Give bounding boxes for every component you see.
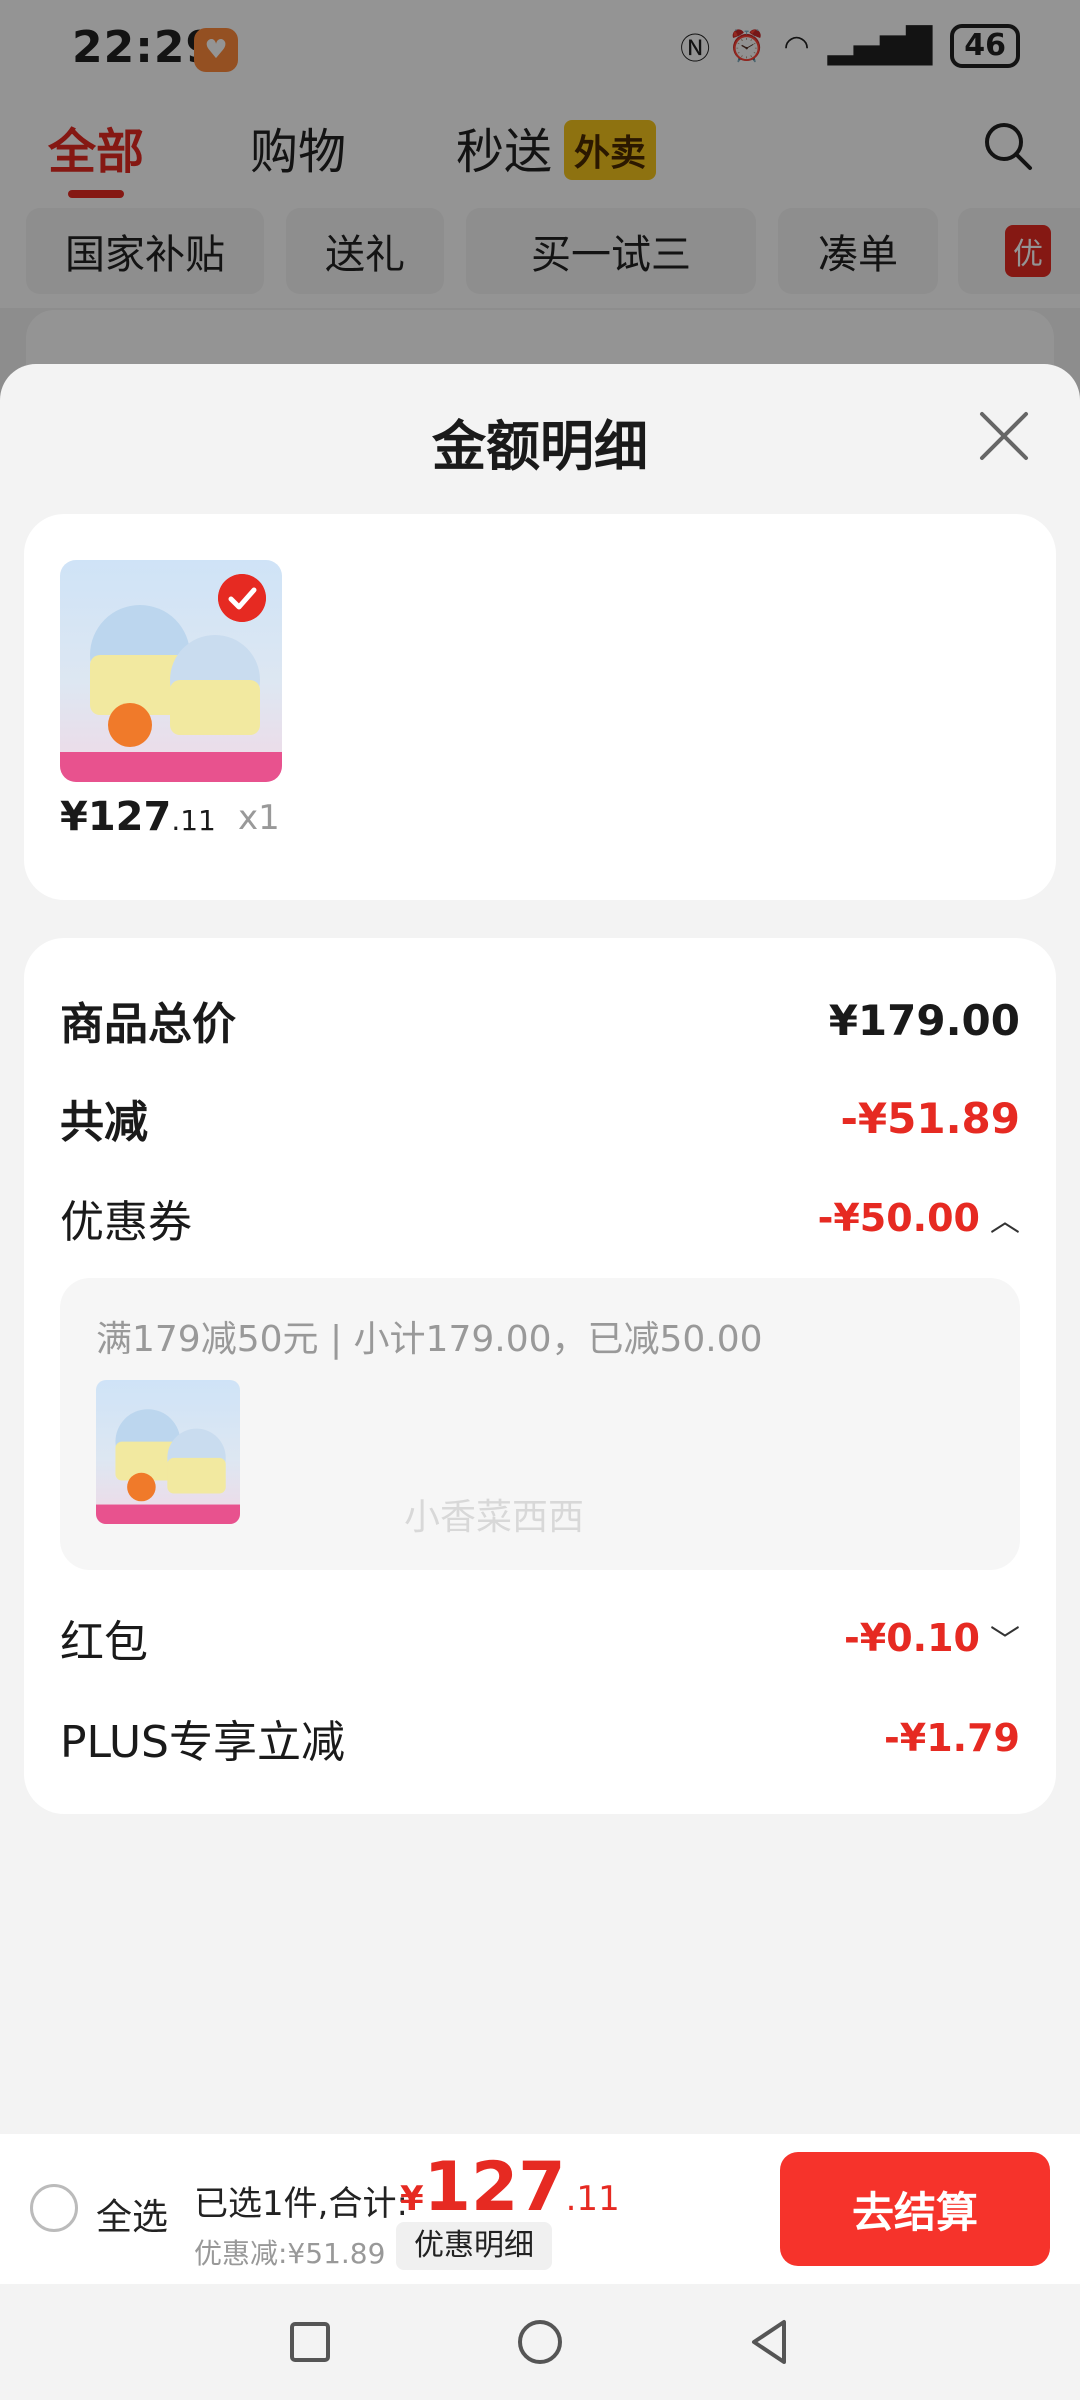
product-price-dec: .11 [171, 804, 216, 837]
coupon-detail-text: 满179减50元 | 小计179.00，已减50.00 [96, 1319, 763, 1360]
back-icon[interactable] [742, 2314, 798, 2370]
redpack-value: -¥0.10 [844, 1616, 980, 1660]
price-breakdown-card: 商品总价 ¥179.00 共减 -¥51.89 优惠券 -¥50.00 ︿ 满17… [24, 938, 1056, 1814]
total-int: 127 [423, 2148, 566, 2227]
plus-value: -¥1.79 [884, 1716, 1020, 1760]
total-dec: .11 [565, 2179, 620, 2219]
discount-detail-button[interactable]: 优惠明细 [396, 2222, 552, 2270]
total-currency: ¥ [400, 2179, 424, 2219]
chevron-up-icon[interactable]: ︿ [990, 1196, 1020, 1240]
coupon-value: -¥50.00 [817, 1196, 980, 1240]
reduce-label: 共减 [60, 1097, 148, 1148]
product-card: ¥127.11 x1 [24, 514, 1056, 900]
close-icon[interactable] [976, 408, 1032, 464]
total-value: ¥179.00 [828, 995, 1020, 1045]
saved-amount: 优惠减:¥51.89 [194, 2237, 386, 2270]
product-quantity: x1 [238, 798, 280, 838]
selected-summary: 已选1件,合计: [194, 2184, 408, 2224]
reduce-value: -¥51.89 [840, 1093, 1020, 1143]
chevron-down-icon[interactable]: ﹀ [990, 1616, 1020, 1660]
coupon-value-wrap: -¥50.00 ︿ [818, 1196, 1020, 1240]
row-redpack[interactable]: 红包 -¥0.10 ﹀ [60, 1606, 1020, 1670]
product-image[interactable] [60, 560, 282, 782]
selected-check-icon [218, 574, 266, 622]
system-nav-bar [0, 2284, 1080, 2400]
redpack-value-wrap: -¥0.10 ﹀ [844, 1616, 1020, 1660]
row-plus: PLUS专享立减 -¥1.79 [60, 1706, 1020, 1770]
coupon-label: 优惠券 [60, 1197, 192, 1248]
coupon-product-illustration [96, 1409, 240, 1524]
product-price: ¥127.11 [60, 794, 216, 840]
select-all-label[interactable]: 全选 [96, 2188, 168, 2240]
coupon-product-image [96, 1380, 240, 1524]
select-all-radio[interactable] [30, 2184, 78, 2232]
plus-label: PLUS专享立减 [60, 1717, 345, 1768]
amount-detail-sheet: 金额明细 ¥127.11 x1 商品总价 ¥179.00 共减 -¥51.89 … [0, 364, 1080, 2134]
recents-icon[interactable] [282, 2314, 338, 2370]
row-reduce: 共减 -¥51.89 [60, 1086, 1020, 1150]
sheet-title: 金额明细 [432, 415, 648, 478]
home-icon[interactable] [512, 2314, 568, 2370]
watermark: 小香菜西西 [404, 1497, 585, 1538]
redpack-label: 红包 [60, 1617, 148, 1668]
product-price-int: ¥127 [60, 794, 172, 840]
total-amount: ¥127.11 [400, 2148, 620, 2227]
row-total: 商品总价 ¥179.00 [60, 988, 1020, 1052]
row-coupon[interactable]: 优惠券 -¥50.00 ︿ [60, 1186, 1020, 1250]
checkout-button[interactable]: 去结算 [780, 2152, 1050, 2266]
total-label: 商品总价 [60, 999, 236, 1050]
checkout-bar: 全选 已选1件,合计: ¥127.11 优惠减:¥51.89 优惠明细 去结算 [0, 2134, 1080, 2284]
